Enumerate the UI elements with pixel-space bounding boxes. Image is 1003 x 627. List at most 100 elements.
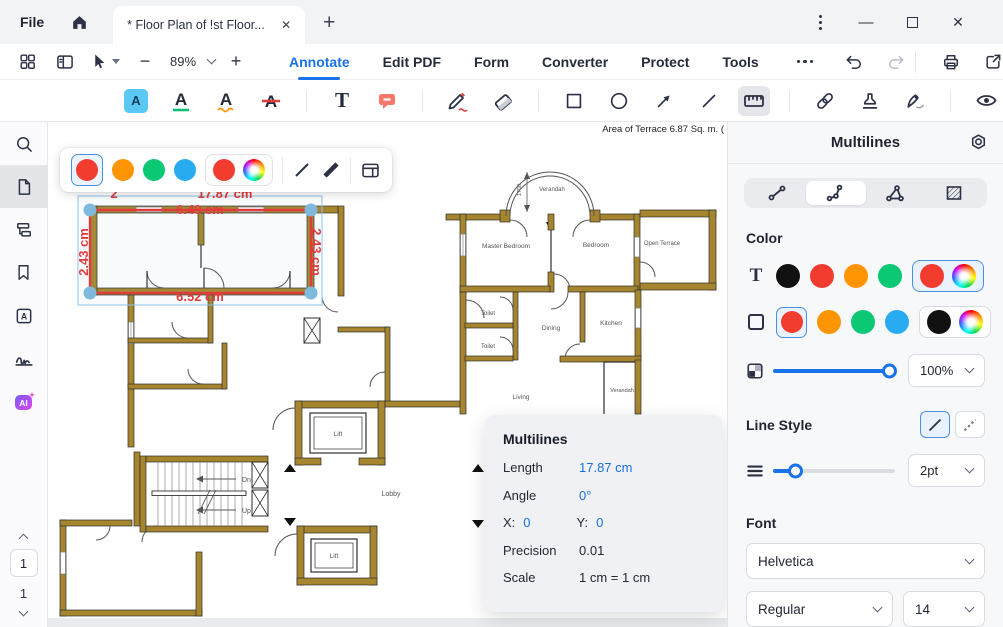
tab-form[interactable]: Form [474,44,509,80]
border-color-red-selected[interactable] [776,307,807,338]
dashed-line-button[interactable] [955,411,985,438]
color-wheel-icon[interactable] [952,264,976,288]
panel-toggle-button[interactable] [52,48,78,76]
strikethrough-tool[interactable]: A [255,86,287,116]
comment-tool[interactable] [371,86,403,116]
more-tabs-icon[interactable] [797,60,814,64]
thumbnails-button[interactable] [0,165,48,208]
color-wheel-icon[interactable] [959,310,983,334]
font-style-dropdown[interactable]: Regular [746,591,893,627]
home-button[interactable] [70,13,89,32]
signatures-button[interactable] [0,337,48,380]
visibility-tool[interactable] [970,86,1002,116]
document-tab[interactable]: * Floor Plan of !st Floor... ✕ [113,6,305,44]
font-family-dropdown[interactable]: Helvetica [746,543,985,579]
new-tab-button[interactable]: + [323,12,335,33]
maximize-icon[interactable] [889,3,935,41]
ai-assistant-button[interactable]: AI [0,380,48,423]
highlight-tool[interactable]: A [120,86,152,116]
document-canvas[interactable]: .w{fill:#a5862f;stroke:#2e2e2e;stroke-wi… [48,122,727,627]
select-tool-button[interactable] [90,48,120,76]
tab-tools[interactable]: Tools [722,44,758,80]
opacity-slider-thumb[interactable] [882,363,897,378]
line-tool[interactable] [693,86,725,116]
measure-tool[interactable] [738,86,770,116]
text-color-orange[interactable] [844,264,868,288]
resize-handle[interactable] [305,204,318,217]
thickness-dropdown[interactable]: 2pt [908,454,985,487]
print-button[interactable] [938,48,964,76]
text-tool[interactable]: T [326,86,358,116]
squiggly-tool[interactable]: A [210,86,242,116]
color-swatch-red-selected[interactable] [71,154,103,186]
resize-handle[interactable] [305,287,318,300]
polygon-tool-button[interactable] [866,181,925,205]
close-tab-icon[interactable]: ✕ [277,16,295,34]
multiline-tool-button[interactable] [806,181,865,205]
zoom-out-button[interactable]: − [132,48,158,76]
border-current-color[interactable] [927,310,951,334]
annotations-button[interactable]: A [0,294,48,337]
link-tool[interactable] [809,86,841,116]
thickness-slider[interactable] [773,469,895,473]
stamp-tool[interactable] [854,86,886,116]
redo-button[interactable] [883,48,909,76]
custom-color-group[interactable] [205,154,273,186]
border-color-orange[interactable] [817,310,841,334]
line-style-label: Line Style [746,417,812,433]
export-button[interactable] [980,48,1003,76]
chevron-up-icon[interactable] [19,534,29,544]
area-tool-button[interactable] [925,181,984,205]
current-color-swatch[interactable] [213,159,235,181]
outline-button[interactable] [0,208,48,251]
minimize-icon[interactable]: — [843,3,889,41]
grid-view-button[interactable] [14,48,40,76]
text-current-color[interactable] [920,264,944,288]
resize-handle[interactable] [84,204,97,217]
signature-tool[interactable] [899,86,931,116]
font-size-dropdown[interactable]: 14 [903,591,985,627]
tab-protect[interactable]: Protect [641,44,689,80]
rectangle-tool[interactable] [558,86,590,116]
more-menu-icon[interactable] [797,3,843,41]
close-icon[interactable]: ✕ [935,3,981,41]
color-wheel-icon[interactable] [243,159,265,181]
gear-icon[interactable] [968,132,989,153]
tab-edit-pdf[interactable]: Edit PDF [383,44,441,80]
color-swatch-green[interactable] [143,159,165,181]
tab-converter[interactable]: Converter [542,44,608,80]
text-custom-color-group[interactable] [912,260,984,292]
undo-button[interactable] [841,48,867,76]
ellipse-tool[interactable] [603,86,635,116]
chevron-down-icon[interactable] [19,607,29,617]
thin-line-button[interactable] [292,160,312,180]
border-color-green[interactable] [851,310,875,334]
panel-open-button[interactable] [360,160,381,181]
tab-annotate[interactable]: Annotate [289,44,350,80]
thick-line-button[interactable] [321,160,341,180]
solid-line-button[interactable] [920,411,950,438]
bookmarks-button[interactable] [0,251,48,294]
page-number-input[interactable]: 1 [10,549,38,577]
text-color-red[interactable] [810,264,834,288]
color-swatch-blue[interactable] [174,159,196,181]
opacity-slider[interactable] [773,369,895,373]
eraser-tool[interactable] [487,86,519,116]
arrow-tool[interactable] [648,86,680,116]
zoom-in-button[interactable]: + [223,48,249,76]
pencil-tool[interactable] [442,86,474,116]
border-custom-color-group[interactable] [919,306,991,338]
room-label: Master Bedroom [482,243,530,250]
resize-handle[interactable] [84,287,97,300]
search-button[interactable] [0,122,48,165]
zoom-dropdown-chevron[interactable] [207,55,217,65]
opacity-dropdown[interactable]: 100% [908,354,985,387]
color-swatch-orange[interactable] [112,159,134,181]
thickness-slider-thumb[interactable] [788,463,803,478]
distance-tool-button[interactable] [747,181,806,205]
border-color-blue[interactable] [885,310,909,334]
file-menu[interactable]: File [20,14,44,30]
text-color-black[interactable] [776,264,800,288]
underline-tool[interactable]: A [165,86,197,116]
text-color-green[interactable] [878,264,902,288]
